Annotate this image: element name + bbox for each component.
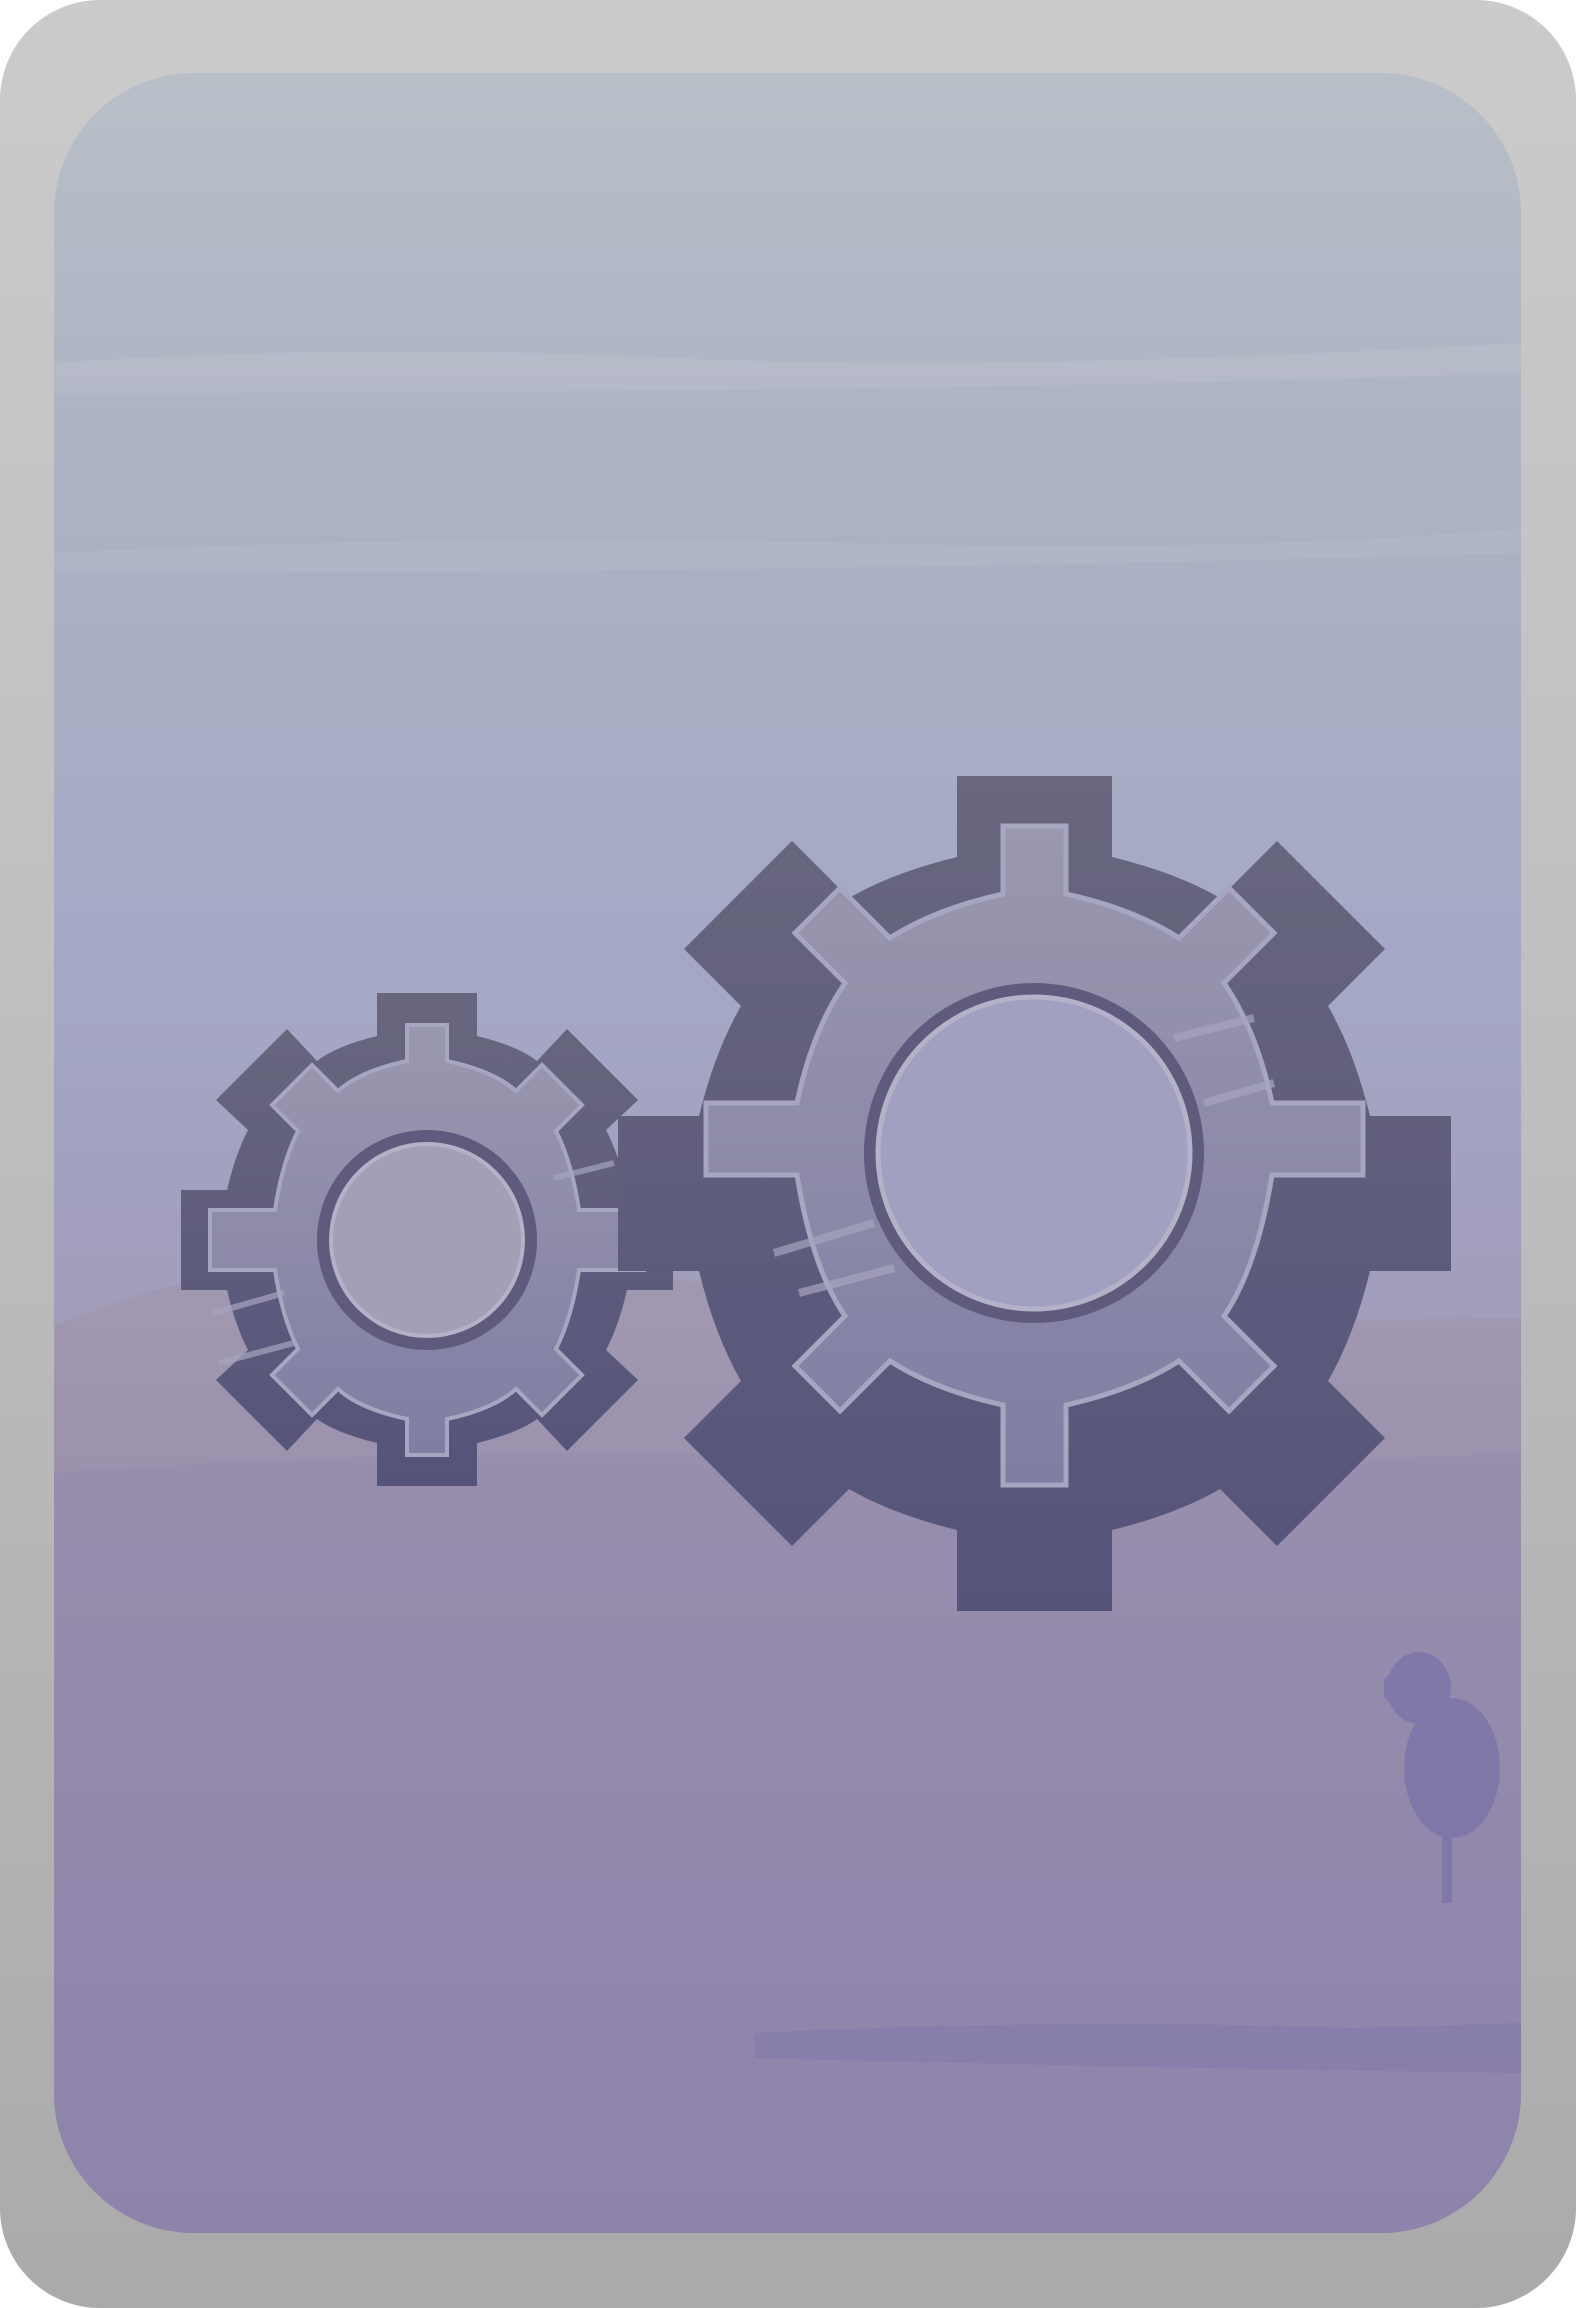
- card-artwork: [54, 73, 1521, 2233]
- desert-landscape: [54, 343, 1521, 2233]
- gear-icon: [618, 776, 1451, 1611]
- card-back[interactable]: [0, 0, 1576, 2308]
- dune-front: [54, 1453, 1521, 2233]
- gear-icon: [181, 993, 673, 1486]
- sky-haze: [54, 343, 1521, 573]
